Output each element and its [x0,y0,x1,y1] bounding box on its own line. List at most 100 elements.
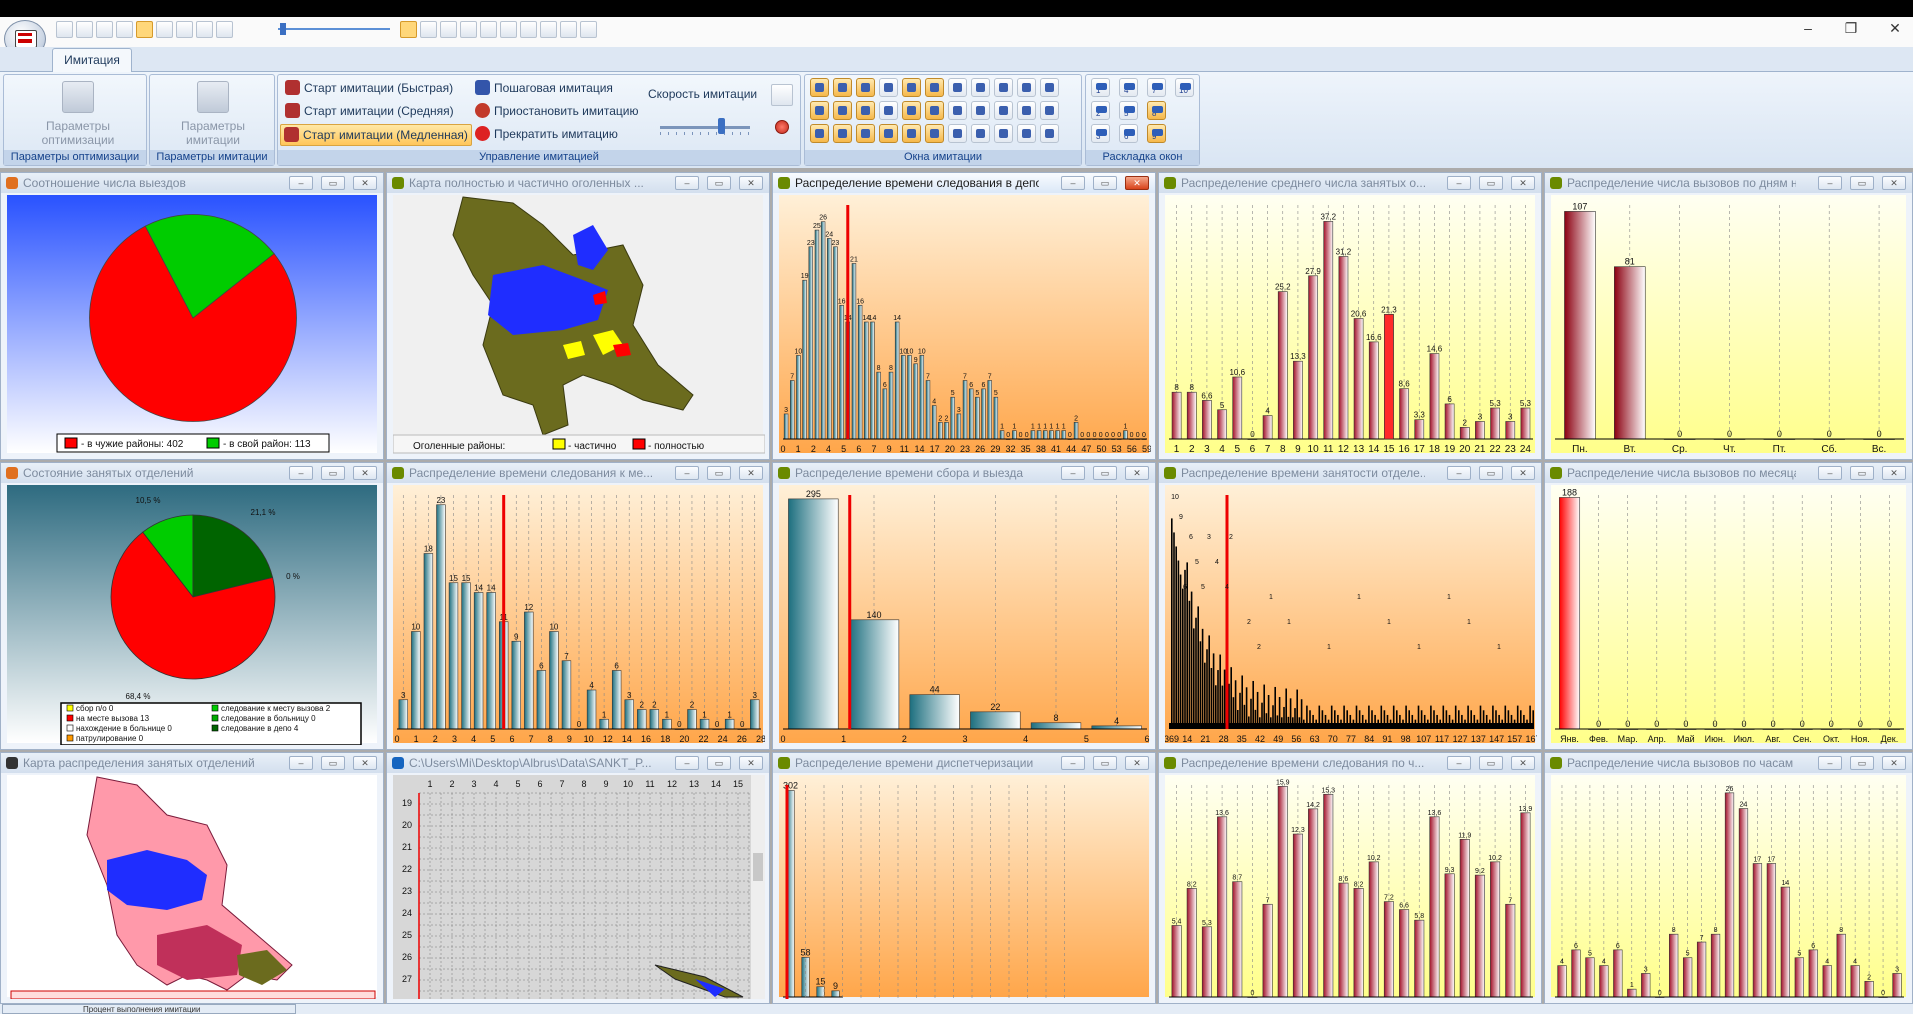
panel-maximize-button[interactable]: ▭ [1850,756,1874,770]
panel-p9[interactable]: Распределение времени занятости отделе..… [1158,462,1542,750]
pointer-icon[interactable] [136,21,153,38]
panel-p6[interactable]: Состояние занятых отделений – ▭ ✕ 10,5 % 21… [0,462,384,750]
panel-p13[interactable]: Распределение времени диспетчеризации – ▭… [772,752,1156,1004]
layout-3-icon[interactable]: 3 [1091,124,1110,143]
panel-titlebar[interactable]: C:\Users\Mi\Desktop\Albrus\Data\SANKT_P.… [387,753,769,773]
imitation-params-button[interactable]: Параметры имитации [170,81,256,147]
record-icon[interactable] [775,120,789,134]
pencil-icon[interactable] [480,21,497,38]
panel-close-button[interactable]: ✕ [1511,176,1535,190]
columns-icon[interactable] [580,21,597,38]
window-toggle-icon[interactable] [994,101,1013,120]
panel-p3[interactable]: Распределение времени следования в депо … [772,172,1156,460]
window-toggle-icon[interactable] [902,101,921,120]
panel-minimize-button[interactable]: – [1818,756,1842,770]
step-imitation-button[interactable]: Пошаговая имитация [472,78,616,98]
zoom-in-icon[interactable] [400,21,417,38]
layout-1-icon[interactable]: 1 [1091,78,1110,97]
panel-minimize-button[interactable]: – [1061,176,1085,190]
window-toggle-icon[interactable] [879,101,898,120]
panel-maximize-button[interactable]: ▭ [1850,466,1874,480]
window-toggle-icon[interactable] [810,78,829,97]
panel-titlebar[interactable]: Распределение числа вызовов по дням н...… [1545,173,1912,193]
panel-p11[interactable]: Карта распределения занятых отделений – ▭… [0,752,384,1004]
panel-minimize-button[interactable]: – [289,466,313,480]
window-toggle-icon[interactable] [856,101,875,120]
panel-minimize-button[interactable]: – [675,756,699,770]
restore-window-button[interactable]: ❐ [1840,20,1862,38]
panel-titlebar[interactable]: Распределение времени диспетчеризации – ▭… [773,753,1155,773]
panel-p12[interactable]: C:\Users\Mi\Desktop\Albrus\Data\SANKT_P.… [386,752,770,1004]
panel-maximize-button[interactable]: ▭ [1479,466,1503,480]
panel-close-button[interactable]: ✕ [353,466,377,480]
hand-pan-icon[interactable] [156,21,173,38]
minimize-window-button[interactable]: – [1797,20,1819,38]
window-toggle-icon[interactable] [879,78,898,97]
panel-close-button[interactable]: ✕ [739,466,763,480]
tab-imitation[interactable]: Имитация [52,48,132,72]
panel-minimize-button[interactable]: – [289,176,313,190]
map-edit-icon[interactable] [96,21,113,38]
panel-maximize-button[interactable]: ▭ [1850,176,1874,190]
panel-p2[interactable]: Карта полностью и частично оголенных ...… [386,172,770,460]
window-toggle-icon[interactable] [1017,101,1036,120]
glasses-icon[interactable] [176,21,193,38]
qat-dropdown-icon[interactable] [600,21,610,38]
panel-minimize-button[interactable]: – [1447,756,1471,770]
start-fast-button[interactable]: Старт имитации (Быстрая) [282,78,456,98]
panel-maximize-button[interactable]: ▭ [707,176,731,190]
panel-close-button[interactable]: ✕ [1882,176,1906,190]
window-toggle-icon[interactable] [1040,78,1059,97]
close-window-button[interactable]: ✕ [1884,20,1906,38]
panel-maximize-button[interactable]: ▭ [707,466,731,480]
zoom-out-icon[interactable] [216,21,233,38]
print-icon[interactable] [116,21,133,38]
window-toggle-icon[interactable] [925,101,944,120]
start-medium-button[interactable]: Старт имитации (Средняя) [282,101,457,121]
panel-minimize-button[interactable]: – [675,176,699,190]
panel-maximize-button[interactable]: ▭ [1479,176,1503,190]
panel-maximize-button[interactable]: ▭ [1093,756,1117,770]
panel-titlebar[interactable]: Карта полностью и частично оголенных ...… [387,173,769,193]
panel-maximize-button[interactable]: ▭ [707,756,731,770]
window-toggle-icon[interactable] [833,78,852,97]
panel-close-button[interactable]: ✕ [353,756,377,770]
layout-2-icon[interactable]: 2 [1091,101,1110,120]
layout-6-icon[interactable]: 6 [1119,124,1138,143]
window-toggle-icon[interactable] [948,124,967,143]
list-icon[interactable] [560,21,577,38]
panel-p15[interactable]: Распределение числа вызовов по часам с..… [1544,752,1913,1004]
image-icon[interactable] [520,21,537,38]
window-toggle-icon[interactable] [902,124,921,143]
panel-maximize-button[interactable]: ▭ [1479,756,1503,770]
window-toggle-icon[interactable] [856,124,875,143]
panel-titlebar[interactable]: Распределение среднего числа занятых о..… [1159,173,1541,193]
panel-close-button[interactable]: ✕ [1125,176,1149,190]
window-toggle-icon[interactable] [948,101,967,120]
window-toggle-icon[interactable] [994,124,1013,143]
panel-minimize-button[interactable]: – [1447,466,1471,480]
panel-titlebar[interactable]: Распределение времени следования к ме...… [387,463,769,483]
panel-close-button[interactable]: ✕ [1511,466,1535,480]
panel-titlebar[interactable]: Распределение времени занятости отделе..… [1159,463,1541,483]
panel-titlebar[interactable]: Распределение времени сбора и выезда – ▭ ✕ [773,463,1155,483]
window-toggle-icon[interactable] [925,124,944,143]
panel-minimize-button[interactable]: – [1061,466,1085,480]
window-toggle-icon[interactable] [971,101,990,120]
panel-maximize-button[interactable]: ▭ [321,176,345,190]
start-slow-button[interactable]: Старт имитации (Медленная) [280,124,472,146]
panel-p7[interactable]: Распределение времени следования к ме...… [386,462,770,750]
panel-close-button[interactable]: ✕ [1125,756,1149,770]
panel-close-button[interactable]: ✕ [1882,466,1906,480]
vertical-scrollbar[interactable] [751,775,765,999]
window-toggle-icon[interactable] [971,78,990,97]
panel-close-button[interactable]: ✕ [739,176,763,190]
window-toggle-icon[interactable] [925,78,944,97]
panel-p4[interactable]: Распределение среднего числа занятых о..… [1158,172,1542,460]
window-toggle-icon[interactable] [971,124,990,143]
panel-minimize-button[interactable]: – [1447,176,1471,190]
open-icon[interactable] [56,21,73,38]
copy-icon[interactable] [460,21,477,38]
window-toggle-icon[interactable] [902,78,921,97]
window-toggle-icon[interactable] [1040,101,1059,120]
